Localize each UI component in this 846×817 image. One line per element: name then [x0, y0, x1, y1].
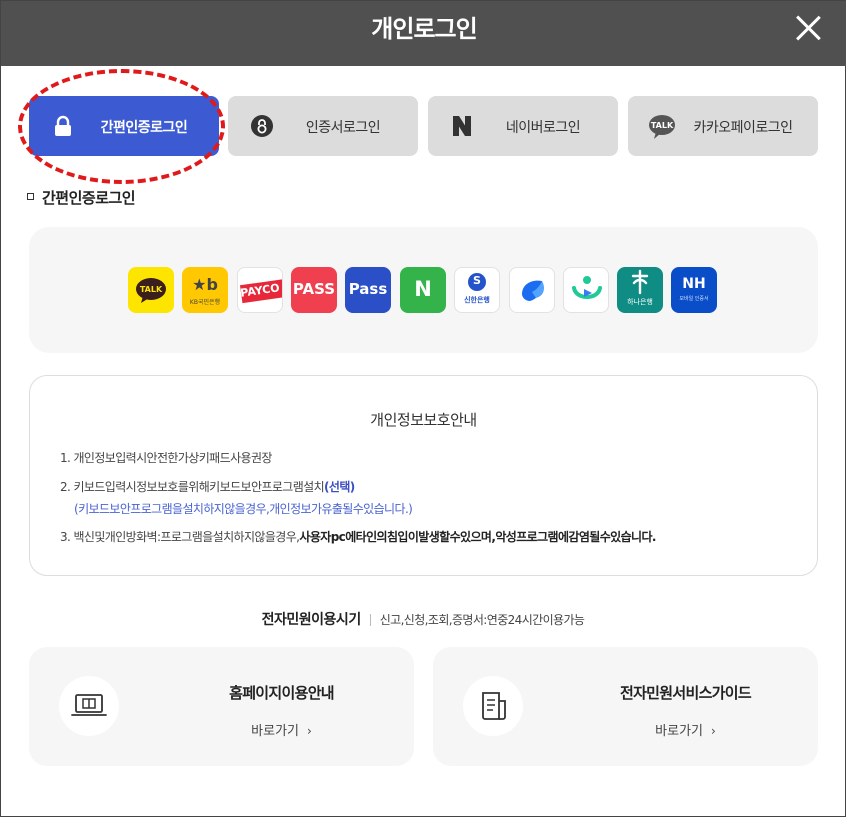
notice-item-2-highlight: (선택) — [324, 480, 355, 494]
kakao-auth-button[interactable]: TALK — [128, 267, 174, 313]
section-title-text: 간편인증로그인 — [42, 189, 136, 207]
tab-naver-login[interactable]: 네이버로그인 — [428, 96, 618, 156]
provider-sublabel: 모바일 인증서 — [679, 296, 709, 302]
link-label: 바로가기 — [251, 724, 300, 739]
provider-label: 신한은행 — [464, 296, 490, 304]
link-label: 바로가기 — [655, 724, 704, 739]
banksalad-logo-icon — [572, 276, 602, 299]
homepage-guide-card: 홈페이지이용안내 바로가기 › — [29, 647, 414, 766]
privacy-notice: 개인정보보호안내 1. 개인정보입력시안전한가상키패드사용권장 2. 키보드입력… — [29, 375, 818, 576]
e-civil-service-guide-card: 전자민원서비스가이드 바로가기 › — [433, 647, 818, 766]
page-title: 개인로그인 — [371, 15, 477, 43]
tab-label: 인증서로그인 — [305, 120, 381, 136]
chevron-right-icon: › — [307, 724, 312, 738]
nh-auth-button[interactable]: NH 모바일 인증서 — [671, 267, 717, 313]
tab-label: 간편인증로그인 — [100, 120, 188, 136]
provider-label: Pass — [348, 280, 388, 298]
chevron-right-icon: › — [711, 724, 716, 738]
tab-label: 네이버로그인 — [505, 120, 581, 136]
pass-auth-button[interactable]: PASS — [291, 267, 337, 313]
provider-label: NH — [682, 276, 706, 292]
banksalad-auth-button[interactable] — [563, 267, 609, 313]
goto-service-guide-link[interactable]: 바로가기 › — [553, 720, 818, 739]
shinhan-logo-letter: S — [473, 274, 481, 287]
toss-auth-button[interactable] — [509, 267, 555, 313]
provider-label: TALK — [139, 285, 163, 294]
tab-certificate-login[interactable]: 인증서로그인 — [228, 96, 418, 156]
notice-item-2-sub: (키보드보안프로그램을설치하지않을경우,개인정보가유출될수있습니다.) — [74, 502, 413, 516]
tab-simple-auth-login[interactable]: 간편인증로그인 — [29, 96, 219, 156]
notice-item-3: 3. 백신및개인방화벽:프로그램을설치하지않을경우,사용자pc에타인의침입이발생… — [60, 528, 656, 545]
tab-label: 카카오페이로그인 — [693, 120, 793, 136]
payco-auth-button[interactable]: PAYCO — [237, 267, 283, 313]
shinhan-auth-button[interactable]: S 신한은행 — [454, 267, 500, 313]
service-hours-title: 전자민원이용시기 — [261, 612, 362, 628]
section-title: 간편인증로그인 — [27, 187, 136, 208]
notice-item-3-bold: 사용자pc에타인의침입이발생할수있으며,악성프로그램에감염될수있습니다. — [299, 530, 656, 544]
card-title: 전자민원서비스가이드 — [619, 684, 752, 702]
provider-label: PASS — [292, 280, 336, 298]
notice-item-1: 1. 개인정보입력시안전한가상키패드사용권장 — [60, 451, 272, 465]
provider-label: KB국민은행 — [189, 299, 221, 306]
notice-item-2-text: 2. 키보드입력시정보보호를위해키보드보안프로그램설치 — [60, 480, 325, 494]
notice-item-2: 2. 키보드입력시정보보호를위해키보드보안프로그램설치(선택) — [60, 478, 355, 495]
kb-logo-icon: ★b — [192, 275, 218, 294]
toss-logo-icon — [522, 280, 544, 301]
provider-label: N — [414, 277, 432, 301]
notice-title: 개인정보보호안내 — [370, 411, 477, 429]
kb-auth-button[interactable]: ★b KB국민은행 — [182, 267, 228, 313]
laptop-icon — [71, 694, 107, 716]
goto-homepage-guide-link[interactable]: 바로가기 › — [149, 720, 414, 739]
card-title: 홈페이지이용안내 — [229, 684, 335, 702]
divider — [369, 614, 371, 626]
hana-logo-icon — [631, 269, 649, 295]
square-bullet-icon — [27, 193, 34, 200]
provider-label: 하나은행 — [627, 298, 653, 306]
auth-provider-list: TALK ★b KB국민은행 PAYCO PASS Pass N S 신한은행 — [29, 227, 818, 353]
document-guide-icon — [482, 692, 506, 720]
service-hours: 전자민원이용시기 신고,신청,조회,증명서:연중24시간이용가능 — [1, 609, 845, 629]
naver-auth-button[interactable]: N — [400, 267, 446, 313]
tab-kakaopay-login[interactable]: TALK 카카오페이로그인 — [628, 96, 818, 156]
header-bar: 개인로그인 — [1, 1, 846, 66]
login-window: 개인로그인 간편인증로그인 인증서로그인 네이버로그인 TALK 카카오페이로그… — [0, 0, 846, 817]
close-icon[interactable] — [795, 15, 821, 41]
icon-circle — [59, 676, 119, 736]
service-hours-desc: 신고,신청,조회,증명서:연중24시간이용가능 — [379, 613, 585, 627]
hana-auth-button[interactable]: 하나은행 — [617, 267, 663, 313]
pass-blue-auth-button[interactable]: Pass — [345, 267, 391, 313]
icon-circle — [463, 676, 523, 736]
notice-item-3-text: 3. 백신및개인방화벽:프로그램을설치하지않을경우, — [60, 530, 300, 544]
